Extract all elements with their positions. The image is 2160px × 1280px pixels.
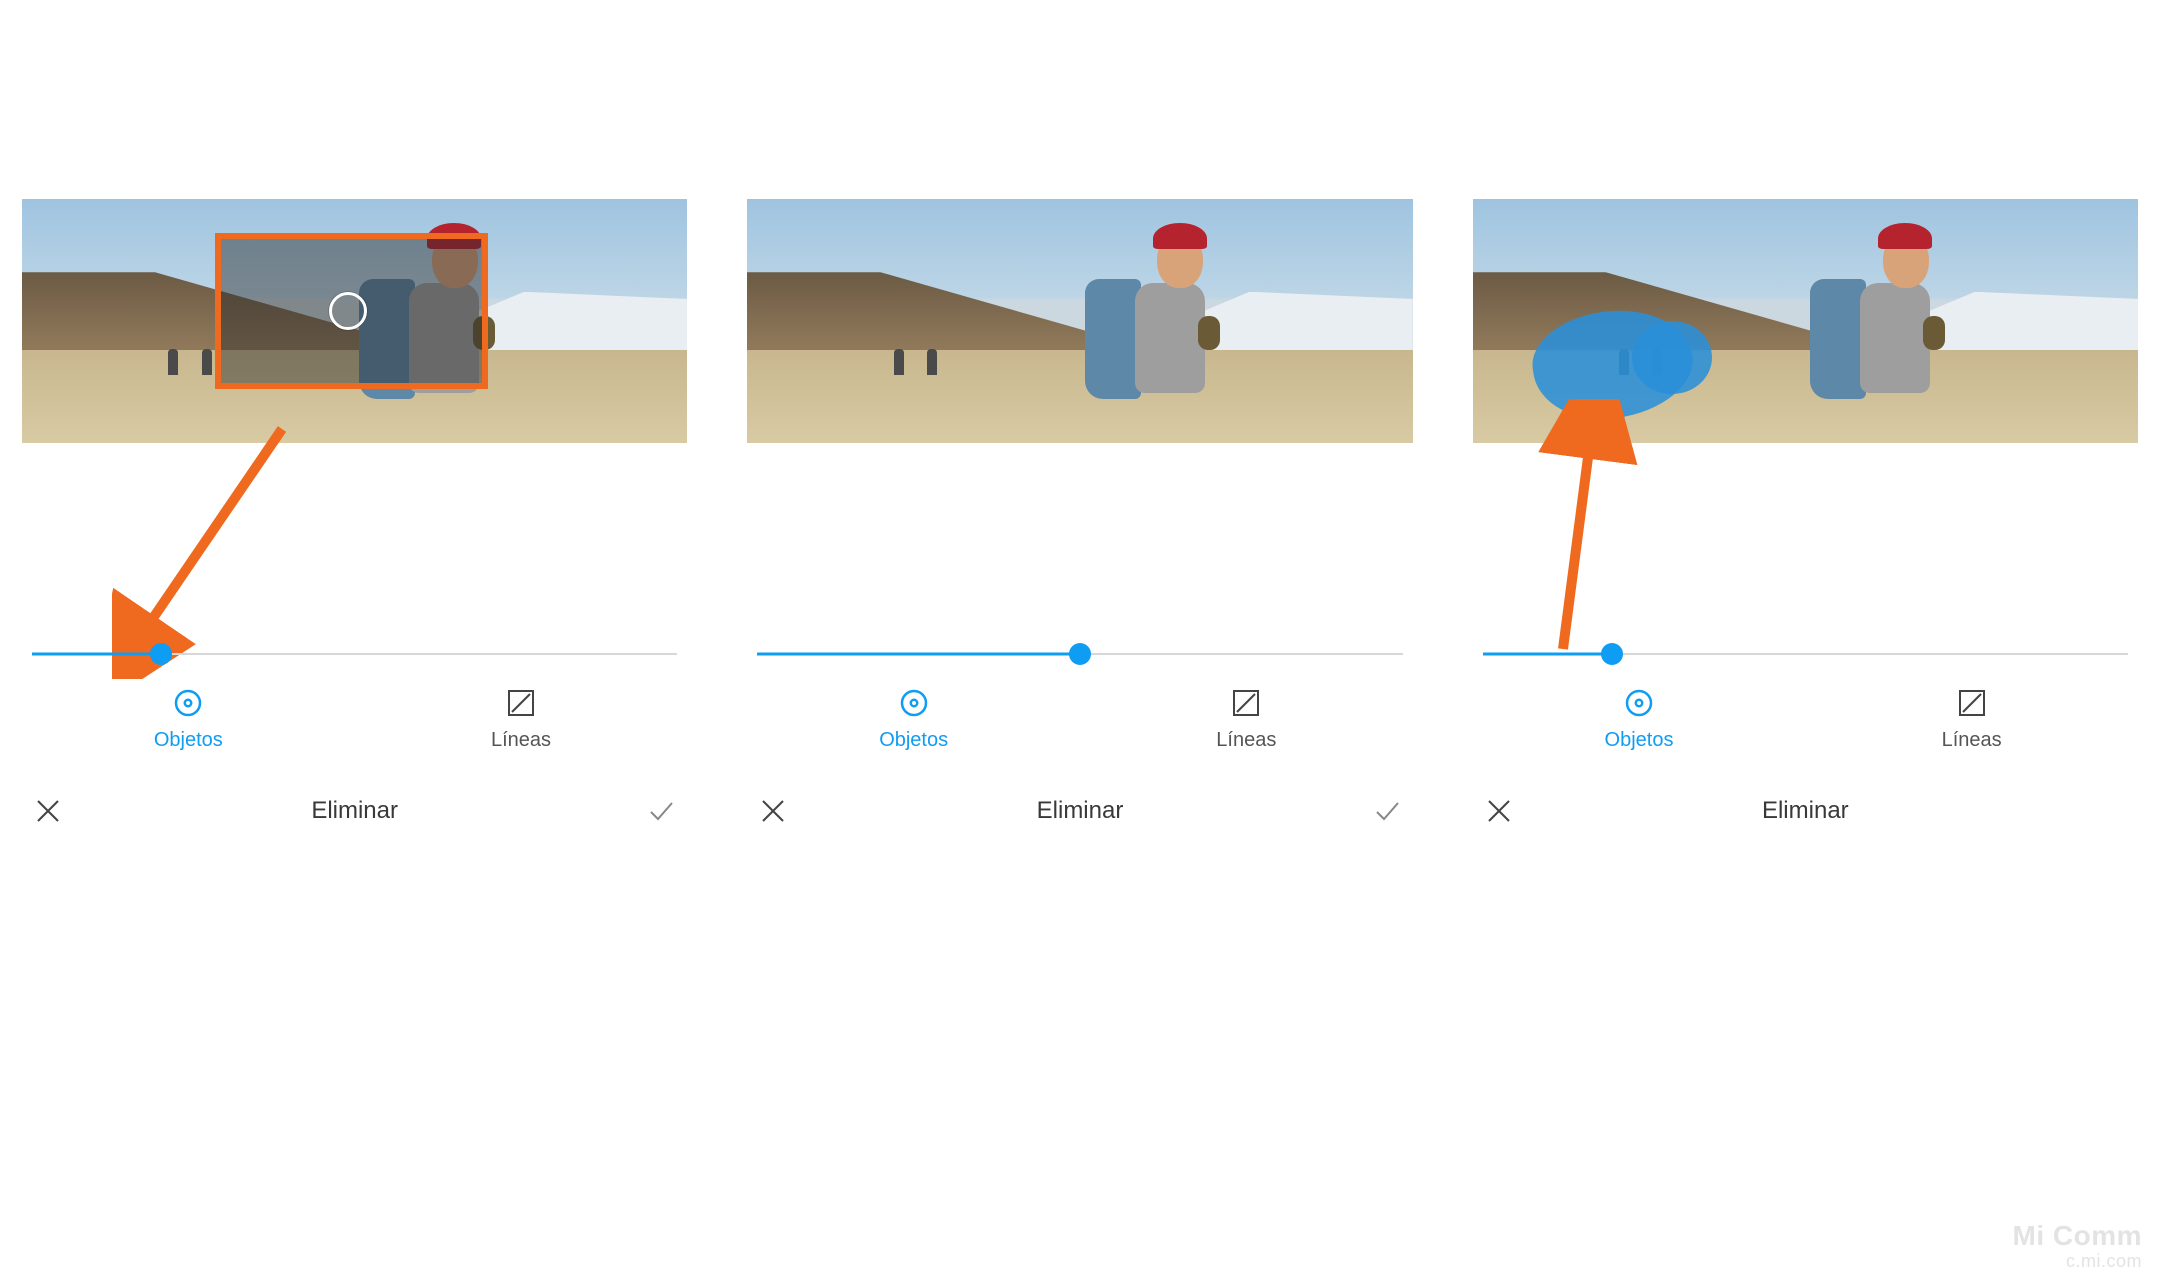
- bottom-title: Eliminar: [66, 797, 643, 825]
- slider-thumb[interactable]: [1601, 643, 1623, 665]
- tool-row: Objetos Líneas: [747, 687, 1412, 752]
- tool-lines[interactable]: Líneas: [355, 687, 688, 752]
- brush-size-slider[interactable]: [1483, 644, 2128, 664]
- cancel-button[interactable]: [1481, 793, 1517, 829]
- panel-3: Objetos Líneas Eliminar: [1473, 199, 2138, 443]
- background-person-2: [927, 349, 937, 375]
- confirm-button[interactable]: [1369, 793, 1405, 829]
- panels-row: Objetos Líneas Eliminar: [0, 199, 2160, 443]
- lines-icon: [1956, 687, 1988, 719]
- tool-objects-label: Objetos: [154, 729, 223, 752]
- tool-objects[interactable]: Objetos: [22, 687, 355, 752]
- tool-row: Objetos Líneas: [1473, 687, 2138, 752]
- cancel-button[interactable]: [755, 793, 791, 829]
- tool-lines-label: Líneas: [1942, 729, 2002, 752]
- bottom-title: Eliminar: [1517, 797, 2094, 825]
- tool-lines-label: Líneas: [1216, 729, 1276, 752]
- photo-preview[interactable]: [22, 199, 687, 443]
- background-person-2: [202, 349, 212, 375]
- lines-icon: [505, 687, 537, 719]
- background-person-1: [894, 349, 904, 375]
- tool-objects[interactable]: Objetos: [1473, 687, 1806, 752]
- close-icon: [1486, 798, 1512, 824]
- hiker-figure: [1792, 219, 2018, 443]
- close-icon: [760, 798, 786, 824]
- slider-thumb[interactable]: [1069, 643, 1091, 665]
- tool-objects-label: Objetos: [879, 729, 948, 752]
- photo-scene: [747, 199, 1412, 443]
- objects-icon: [172, 687, 204, 719]
- panel-2: Objetos Líneas Eliminar: [747, 199, 1412, 443]
- slider-track-fill: [757, 653, 1080, 656]
- tool-objects[interactable]: Objetos: [747, 687, 1080, 752]
- cancel-button[interactable]: [30, 793, 66, 829]
- slider-track-fill: [32, 653, 161, 656]
- hiker-figure: [1067, 219, 1293, 443]
- bottom-bar: Eliminar: [747, 793, 1412, 829]
- background-person-1: [168, 349, 178, 375]
- tool-row: Objetos Líneas: [22, 687, 687, 752]
- bottom-bar: Eliminar: [1473, 793, 2138, 829]
- lines-icon: [1230, 687, 1262, 719]
- photo-preview[interactable]: [1473, 199, 2138, 443]
- photo-preview[interactable]: [747, 199, 1412, 443]
- watermark-line1: Mi Comm: [2013, 1221, 2143, 1252]
- erase-mask-stroke[interactable]: [1632, 321, 1712, 394]
- brush-size-slider[interactable]: [757, 644, 1402, 664]
- bottom-title: Eliminar: [791, 797, 1368, 825]
- slider-thumb[interactable]: [150, 643, 172, 665]
- panel-1: Objetos Líneas Eliminar: [22, 199, 687, 443]
- tool-objects-label: Objetos: [1605, 729, 1674, 752]
- brush-size-preview-ring: [329, 292, 367, 330]
- check-icon: [646, 796, 676, 826]
- close-icon: [35, 798, 61, 824]
- objects-icon: [898, 687, 930, 719]
- objects-icon: [1623, 687, 1655, 719]
- tool-lines[interactable]: Líneas: [1080, 687, 1413, 752]
- watermark-line2: c.mi.com: [2013, 1252, 2143, 1272]
- bottom-bar: Eliminar: [22, 793, 687, 829]
- tool-lines-label: Líneas: [491, 729, 551, 752]
- watermark: Mi Comm c.mi.com: [2013, 1221, 2143, 1272]
- slider-track-fill: [1483, 653, 1612, 656]
- check-icon: [1372, 796, 1402, 826]
- annotation-arrow-to-slider: [112, 419, 312, 679]
- brush-size-slider[interactable]: [32, 644, 677, 664]
- tool-lines[interactable]: Líneas: [1805, 687, 2138, 752]
- confirm-button[interactable]: [643, 793, 679, 829]
